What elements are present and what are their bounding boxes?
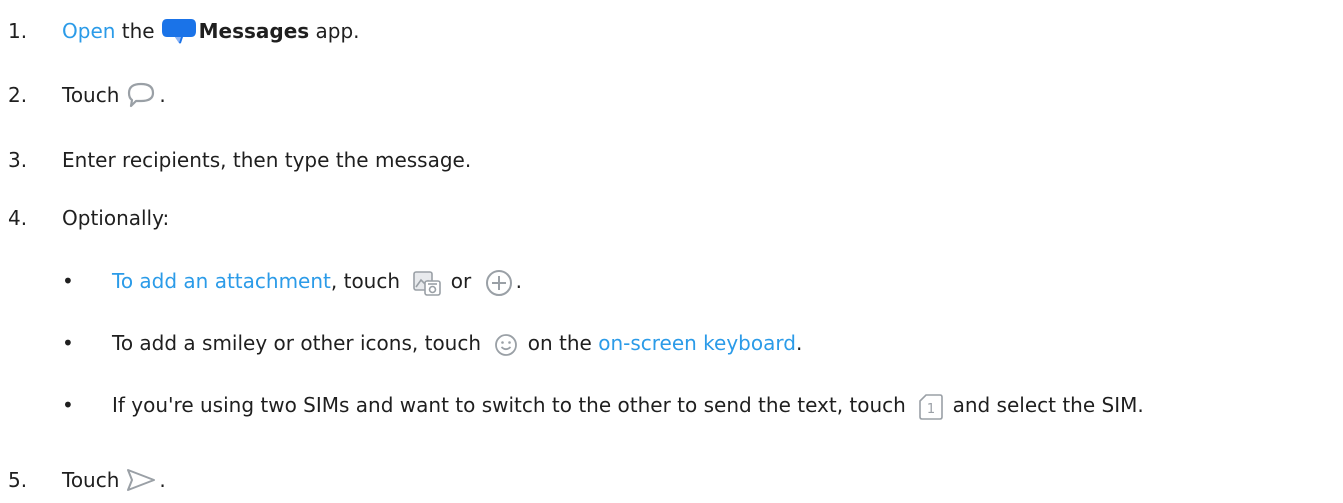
bullet-text: or bbox=[450, 269, 472, 293]
bullet-attachment: • To add an attachment, touch or . bbox=[62, 264, 1332, 298]
step-text: Touch bbox=[62, 468, 120, 492]
step-5: 5. Touch . bbox=[8, 463, 166, 497]
bullet-text: . bbox=[515, 269, 522, 293]
app-name: Messages bbox=[198, 19, 310, 43]
bullet-smiley: • To add a smiley or other icons, touch … bbox=[62, 326, 1332, 360]
step-text: Touch bbox=[62, 83, 120, 107]
step-number: 4. bbox=[8, 206, 28, 230]
step-text: app. bbox=[315, 19, 360, 43]
step-number: 5. bbox=[8, 468, 28, 492]
step-text: Optionally: bbox=[62, 206, 170, 230]
step-number: 2. bbox=[8, 83, 28, 107]
step-text: . bbox=[159, 83, 166, 107]
step-4: 4. Optionally: bbox=[8, 201, 169, 235]
bullet-text: To add a smiley or other icons, touch bbox=[112, 331, 482, 355]
step-number: 3. bbox=[8, 148, 28, 172]
step-3: 3. Enter recipients, then type the messa… bbox=[8, 143, 471, 177]
chat-bubble-icon bbox=[125, 80, 157, 110]
bullet-text: on the bbox=[527, 331, 592, 355]
open-link[interactable]: Open bbox=[62, 19, 115, 43]
step-2: 2. Touch . bbox=[8, 78, 166, 112]
step-text: . bbox=[159, 468, 166, 492]
bullet-dot: • bbox=[62, 393, 74, 417]
bullet-text: and select the SIM. bbox=[952, 393, 1144, 417]
step-text: Enter recipients, then type the message. bbox=[62, 148, 472, 172]
send-icon bbox=[125, 467, 157, 493]
bullet-dot: • bbox=[62, 331, 74, 355]
bullet-text: If you're using two SIMs and want to swi… bbox=[112, 393, 906, 417]
bullet-dot: • bbox=[62, 269, 74, 293]
step-1: 1. Open the Messages app. bbox=[8, 14, 360, 48]
bullet-text: , touch bbox=[330, 269, 401, 293]
sim-number: 1 bbox=[927, 402, 935, 417]
step-number: 1. bbox=[8, 19, 28, 43]
plus-circle-icon bbox=[484, 268, 514, 298]
step-text: the bbox=[121, 19, 155, 43]
on-screen-keyboard-link[interactable]: on-screen keyboard bbox=[598, 331, 796, 355]
bullet-sim: • If you're using two SIMs and want to s… bbox=[62, 388, 1332, 422]
sim-icon: 1 bbox=[918, 393, 944, 421]
gallery-icon bbox=[412, 269, 442, 297]
bullet-text: . bbox=[795, 331, 803, 355]
add-attachment-link[interactable]: To add an attachment bbox=[112, 269, 331, 293]
messages-app-icon bbox=[161, 17, 197, 45]
smiley-icon bbox=[493, 332, 519, 358]
